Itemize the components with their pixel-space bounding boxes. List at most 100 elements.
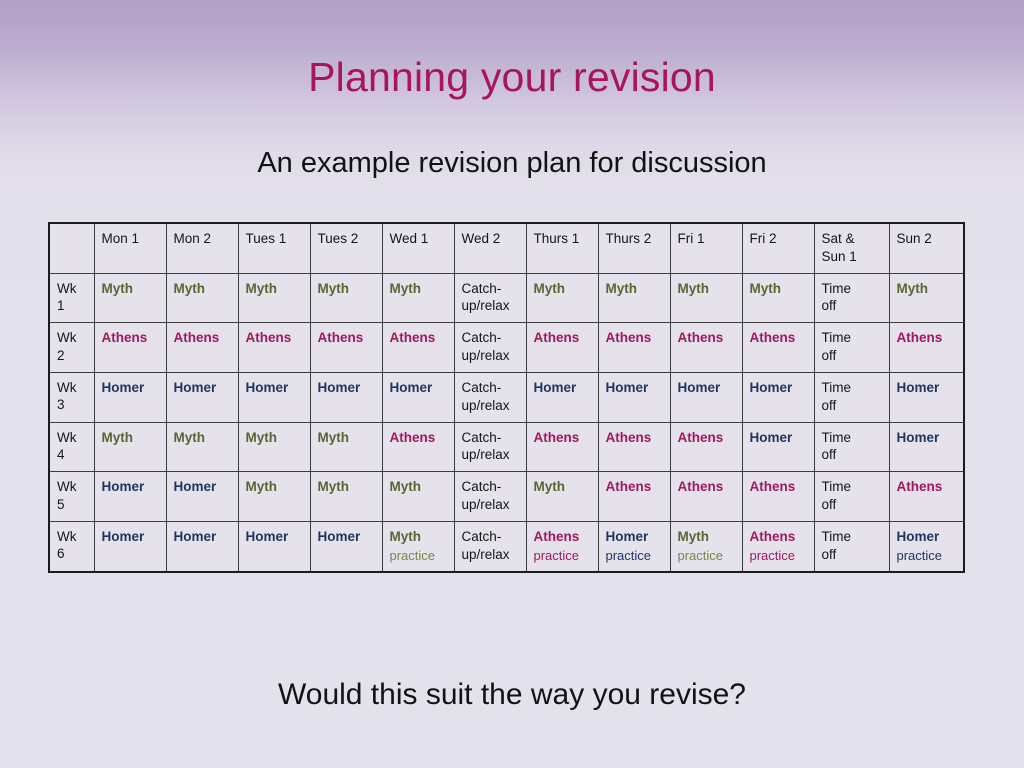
plan-cell: Homer xyxy=(165,371,239,423)
plan-cell-topic: Time off xyxy=(821,429,852,463)
plan-cell: Myth xyxy=(309,471,383,522)
week-label: Wk 3 xyxy=(57,379,77,413)
plan-cell: Homer xyxy=(597,371,671,423)
column-header-label: Sun 2 xyxy=(896,231,932,246)
column-header-label: Mon 2 xyxy=(173,231,212,246)
column-header-mon-2: Mon 2 xyxy=(165,222,239,274)
plan-cell-topic: Myth xyxy=(389,280,422,296)
plan-cell: Myth xyxy=(525,471,599,522)
plan-cell-topic: Athens xyxy=(677,479,724,495)
plan-cell: Homer xyxy=(741,421,815,473)
plan-cell: Athens xyxy=(669,322,743,373)
plan-cell: Homer xyxy=(888,371,965,423)
plan-cell: Catch-up/relax xyxy=(453,322,527,373)
plan-cell-topic: Athens xyxy=(677,330,724,346)
plan-cell-topic: Athens xyxy=(317,330,364,346)
plan-cell: Catch-up/relax xyxy=(453,520,527,573)
plan-cell: Athens xyxy=(669,421,743,473)
plan-cell: Myth xyxy=(597,272,671,324)
plan-cell: Athens xyxy=(237,322,311,373)
plan-cell: Homer xyxy=(93,520,167,573)
plan-cell-topic: Homer xyxy=(677,379,721,395)
plan-cell: Myth xyxy=(888,272,965,324)
plan-cell: Myth xyxy=(741,272,815,324)
plan-cell: Athens xyxy=(888,322,965,373)
table-head: Mon 1 Mon 2 Tues 1 Tues 2 Wed 1 Wed 2 Thurs 1 T… xyxy=(48,222,965,274)
plan-cell-topic: Myth xyxy=(389,479,422,495)
plan-cell: Homer practice xyxy=(597,520,671,573)
plan-cell-topic: Myth xyxy=(245,479,278,495)
plan-cell: Athens xyxy=(165,322,239,373)
plan-cell-topic: Catch-up/relax xyxy=(461,379,510,413)
plan-cell-topic: Athens xyxy=(896,330,943,346)
week-label-cell: Wk 4 xyxy=(48,421,95,473)
plan-cell-topic: Athens xyxy=(173,330,220,346)
column-header-thurs-1: Thurs 1 xyxy=(525,222,599,274)
plan-cell-topic: Myth xyxy=(245,280,278,296)
revision-plan-table: Mon 1 Mon 2 Tues 1 Tues 2 Wed 1 Wed 2 Thurs 1 T… xyxy=(48,222,965,573)
plan-cell-note: practice xyxy=(749,547,796,563)
plan-cell: Catch-up/relax xyxy=(453,371,527,423)
column-header-wed-2: Wed 2 xyxy=(453,222,527,274)
plan-cell: Myth xyxy=(165,421,239,473)
plan-cell-topic: Homer xyxy=(896,379,940,395)
plan-cell-topic: Myth xyxy=(389,528,422,544)
plan-cell: Homer xyxy=(525,371,599,423)
table-row: Wk 6 Homer Homer Homer Homer Myth practice Catch… xyxy=(48,520,965,573)
plan-cell: Homer xyxy=(381,371,455,423)
plan-cell: Myth xyxy=(237,471,311,522)
plan-cell: Athens xyxy=(741,322,815,373)
plan-cell-topic: Myth xyxy=(101,429,134,445)
plan-cell-topic: Myth xyxy=(605,280,638,296)
plan-cell-topic: Homer xyxy=(101,379,145,395)
plan-cell-note: practice xyxy=(677,547,724,563)
plan-cell-topic: Athens xyxy=(389,330,436,346)
plan-cell: Athens xyxy=(525,421,599,473)
plan-cell-topic: Myth xyxy=(896,280,929,296)
week-label-cell: Wk 3 xyxy=(48,371,95,423)
column-header-label: Tues 2 xyxy=(317,231,359,246)
column-header-label: Sat & Sun 1 xyxy=(821,231,857,264)
plan-cell-note: practice xyxy=(605,547,652,563)
plan-cell-topic: Homer xyxy=(605,379,649,395)
plan-cell-topic: Athens xyxy=(605,429,652,445)
plan-cell: Athens xyxy=(525,322,599,373)
plan-cell: Time off xyxy=(813,272,890,324)
plan-cell-topic: Athens xyxy=(101,330,148,346)
plan-cell-topic: Homer xyxy=(749,379,793,395)
table-row: Wk 5 Homer Homer Myth Myth Myth Catch-up/relax M… xyxy=(48,471,965,522)
table-body: Wk 1 Myth Myth Myth Myth Myth Catch-up/relax Myt… xyxy=(48,272,965,573)
plan-cell: Myth xyxy=(237,421,311,473)
plan-cell: Myth xyxy=(237,272,311,324)
plan-cell: Athens xyxy=(597,322,671,373)
plan-cell: Myth xyxy=(93,421,167,473)
plan-cell: Homer xyxy=(669,371,743,423)
column-header-label: Thurs 2 xyxy=(605,231,652,246)
plan-cell-topic: Myth xyxy=(173,280,206,296)
plan-cell: Athens xyxy=(597,421,671,473)
plan-cell-topic: Athens xyxy=(749,528,796,544)
plan-cell: Homer xyxy=(165,471,239,522)
plan-cell-topic: Homer xyxy=(389,379,433,395)
plan-cell-note: practice xyxy=(896,547,943,563)
plan-cell-topic: Homer xyxy=(173,528,217,544)
column-header-label: Wed 2 xyxy=(461,231,501,246)
table-header-row: Mon 1 Mon 2 Tues 1 Tues 2 Wed 1 Wed 2 Thurs 1 T… xyxy=(48,222,965,274)
plan-cell: Homer xyxy=(237,371,311,423)
week-label: Wk 6 xyxy=(57,528,77,562)
plan-cell: Athens xyxy=(597,471,671,522)
plan-cell: Athens practice xyxy=(525,520,599,573)
plan-cell: Homer xyxy=(888,421,965,473)
plan-cell-topic: Time off xyxy=(821,528,852,562)
plan-cell: Myth practice xyxy=(381,520,455,573)
table-row: Wk 3 Homer Homer Homer Homer Homer Catch-up/rel… xyxy=(48,371,965,423)
plan-cell: Homer xyxy=(309,520,383,573)
plan-cell: Time off xyxy=(813,322,890,373)
slide-canvas: Planning your revision An example revisi… xyxy=(0,0,1024,768)
plan-cell-topic: Athens xyxy=(677,429,724,445)
plan-cell-topic: Athens xyxy=(896,479,943,495)
plan-cell-topic: Athens xyxy=(749,330,796,346)
plan-cell-topic: Myth xyxy=(533,280,566,296)
plan-cell-topic: Myth xyxy=(749,280,782,296)
week-label: Wk 2 xyxy=(57,330,77,363)
